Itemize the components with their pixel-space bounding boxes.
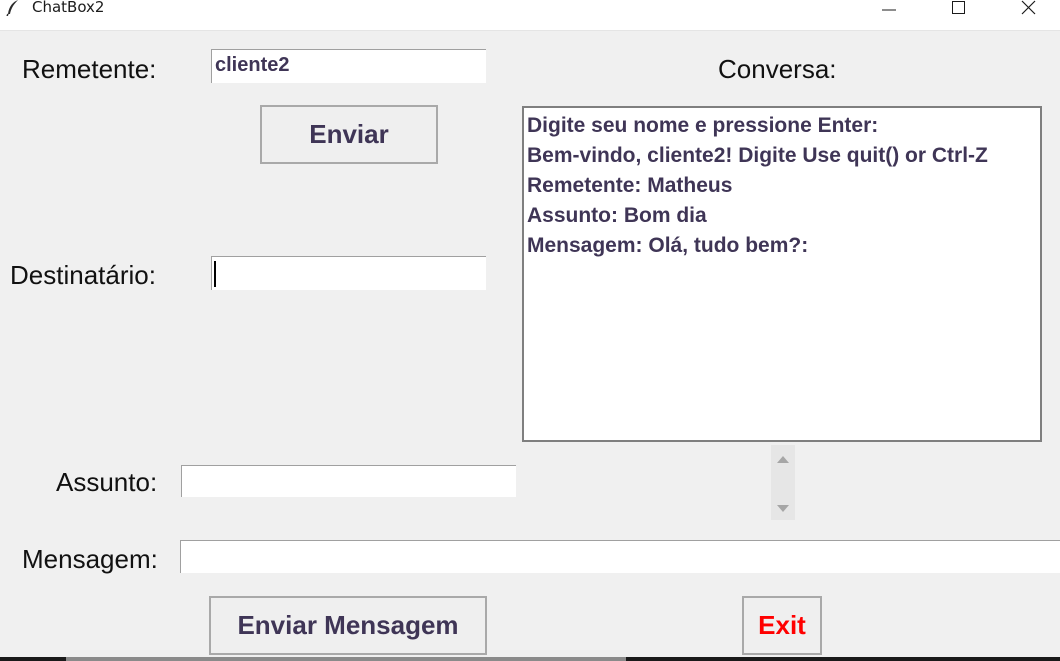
- mensagem-label: Mensagem:: [22, 544, 158, 574]
- text-cursor: [214, 261, 216, 287]
- conversation-line: Assunto: Bom dia: [527, 204, 707, 227]
- destinatario-input[interactable]: [211, 256, 486, 290]
- conversation-line: Digite seu nome e pressione Enter:: [527, 114, 879, 137]
- maximize-button[interactable]: [936, 0, 982, 20]
- conversation-line: Mensagem: Olá, tudo bem?:: [527, 234, 809, 257]
- conversation-scrollbar[interactable]: [771, 445, 795, 520]
- remetente-input[interactable]: cliente2: [211, 49, 486, 83]
- minimize-button[interactable]: [866, 0, 912, 20]
- destinatario-label: Destinatário:: [10, 260, 156, 290]
- scroll-down-arrow-icon[interactable]: [771, 498, 795, 518]
- remetente-label: Remetente:: [22, 54, 157, 84]
- conversation-textbox[interactable]: Digite seu nome e pressione Enter: Bem-v…: [522, 106, 1042, 442]
- conversation-line: Bem-vindo, cliente2! Digite Use quit() o…: [527, 144, 988, 167]
- enviar-mensagem-button[interactable]: Enviar Mensagem: [209, 596, 487, 655]
- conversa-label: Conversa:: [718, 54, 837, 84]
- taskbar-edge: [0, 657, 1060, 661]
- feather-icon: [4, 0, 22, 17]
- scroll-up-arrow-icon[interactable]: [771, 451, 795, 471]
- enviar-button[interactable]: Enviar: [260, 105, 438, 164]
- window-title: ChatBox2: [32, 0, 105, 16]
- close-button[interactable]: [1006, 0, 1052, 20]
- title-bar: ChatBox2: [0, 0, 1060, 31]
- exit-button[interactable]: Exit: [742, 596, 822, 655]
- conversation-line: Remetente: Matheus: [527, 174, 733, 197]
- taskbar-edge-highlight: [66, 657, 626, 661]
- mensagem-input[interactable]: [180, 540, 1060, 573]
- assunto-label: Assunto:: [56, 467, 158, 497]
- assunto-input[interactable]: [181, 465, 516, 497]
